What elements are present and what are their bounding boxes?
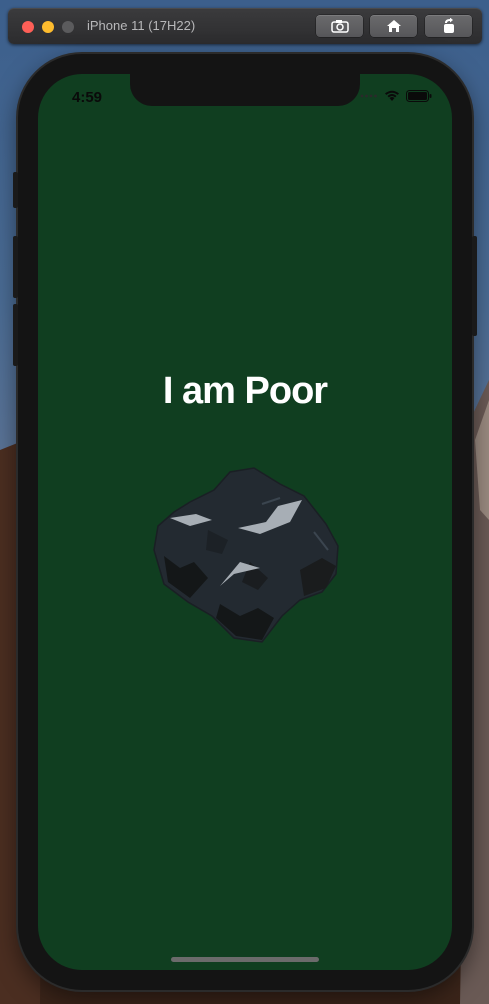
wifi-icon — [385, 90, 399, 101]
notch — [130, 74, 360, 106]
app-screen: 4:59 I am Poor — [38, 74, 452, 970]
simulator-title: iPhone 11 (17H22) — [87, 18, 196, 33]
home-button[interactable] — [370, 15, 417, 37]
minimize-window-button[interactable] — [42, 21, 54, 33]
battery-icon — [406, 90, 432, 102]
camera-icon — [330, 20, 349, 33]
rotate-icon — [443, 18, 454, 33]
volume-up-button — [13, 236, 18, 298]
simulator-toolbar: iPhone 11 (17H22) — [8, 8, 482, 44]
home-icon — [386, 20, 401, 32]
volume-down-button — [13, 304, 18, 366]
screenshot-button[interactable] — [316, 15, 363, 37]
power-button — [472, 236, 477, 336]
rotate-button[interactable] — [425, 15, 472, 37]
signal-dots-icon — [360, 94, 377, 98]
home-indicator[interactable] — [171, 957, 319, 962]
status-time: 4:59 — [72, 89, 103, 106]
coal-icon — [153, 467, 339, 643]
status-icons — [360, 90, 432, 102]
zoom-window-button[interactable] — [62, 21, 74, 33]
close-window-button[interactable] — [22, 21, 34, 33]
iphone-device-frame: 4:59 I am Poor — [13, 54, 477, 990]
page-title: I am Poor — [162, 370, 328, 412]
mute-switch — [13, 172, 18, 208]
